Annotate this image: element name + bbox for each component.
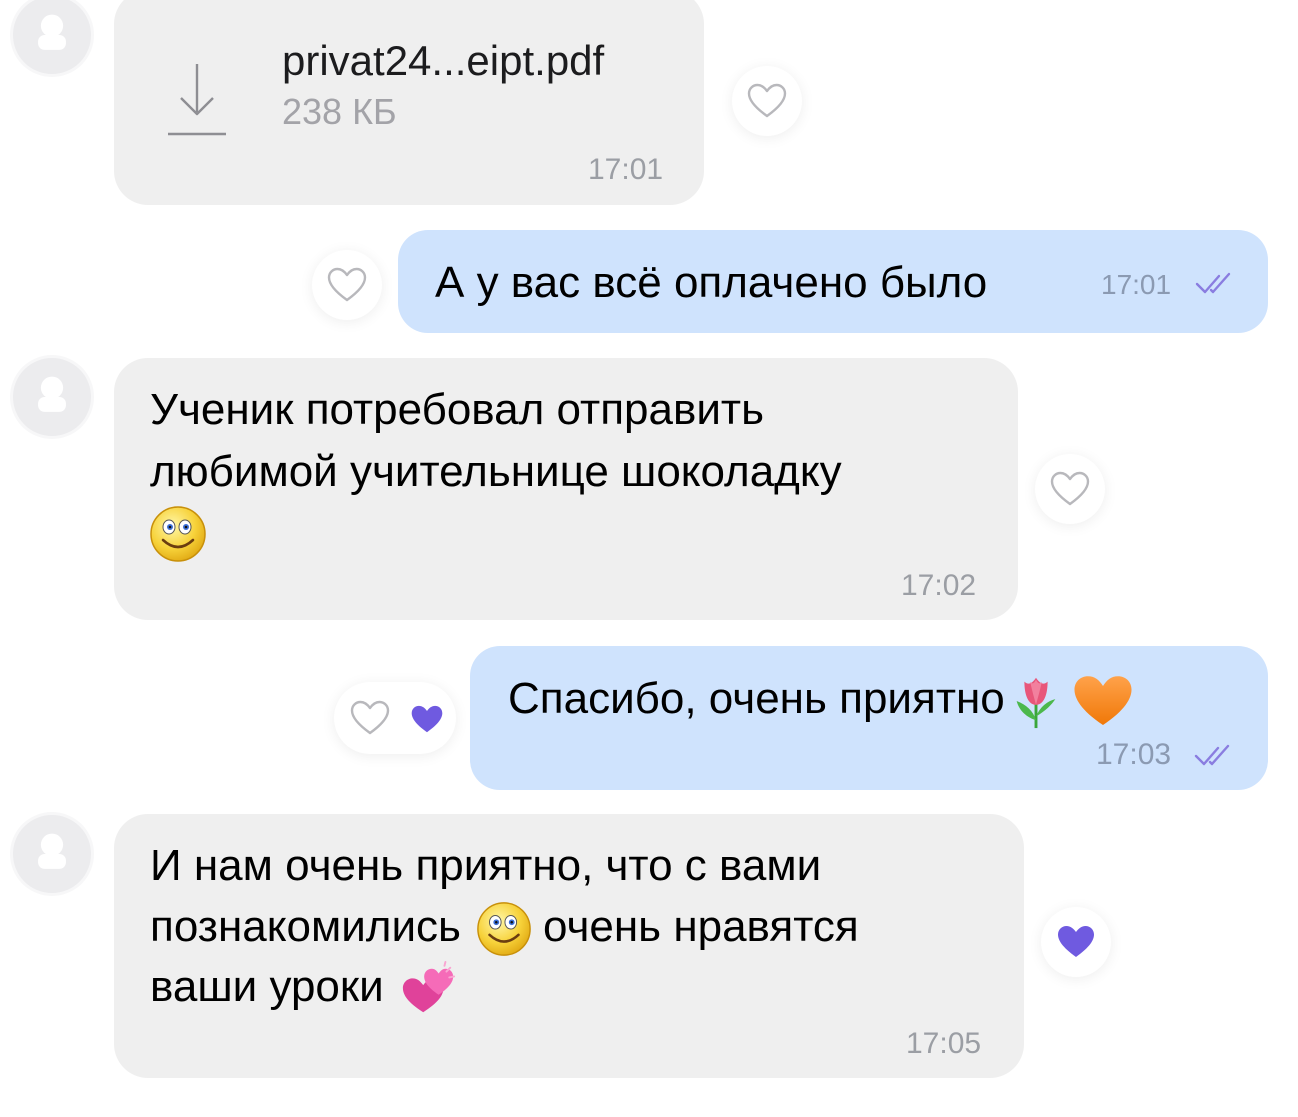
message-text-part: ваши уроки — [150, 962, 384, 1011]
person-icon — [13, 815, 91, 893]
incoming-message-bubble[interactable]: И нам очень приятно, что с вами познаком… — [114, 814, 1024, 1078]
message-text-line-2: познакомились очень нравятся — [150, 896, 859, 958]
avatar[interactable] — [10, 355, 94, 439]
heart-outline-icon — [747, 83, 787, 119]
outgoing-message-bubble[interactable]: А у вас всё оплачено было 17:01 — [398, 230, 1268, 333]
avatar[interactable] — [10, 812, 94, 896]
outgoing-message-bubble[interactable]: Спасибо, очень приятно 17:03 — [470, 646, 1268, 790]
message-text-line-3: ваши уроки — [150, 956, 458, 1018]
heart-outline-icon[interactable] — [350, 700, 390, 736]
double-check-icon — [1194, 744, 1238, 768]
message-time: 17:05 — [906, 1027, 982, 1060]
reaction-button[interactable] — [1035, 454, 1105, 524]
heart-outline-icon — [1050, 471, 1090, 507]
message-text: Спасибо, очень приятно — [508, 668, 1133, 730]
message-text-part: познакомились — [150, 902, 461, 951]
message-text-part: очень нравятся — [542, 902, 859, 951]
orange-heart-emoji — [1073, 674, 1133, 728]
message-time: 17:03 — [1096, 738, 1172, 771]
purple-heart-reaction-icon — [1056, 924, 1096, 960]
reaction-button[interactable] — [1041, 907, 1111, 977]
message-time: 17:01 — [588, 153, 664, 186]
message-text-line-2: любимой учительнице шоколадку — [150, 447, 842, 496]
file-message-bubble[interactable]: privat24...eipt.pdf 238 КБ 17:01 — [114, 0, 704, 205]
file-size: 238 КБ — [282, 91, 397, 132]
heart-outline-icon — [327, 267, 367, 303]
message-text-content: Спасибо, очень приятно — [508, 674, 1005, 723]
person-icon — [13, 0, 91, 74]
message-text-line-1: И нам очень приятно, что с вами — [150, 841, 822, 890]
message-text: А у вас всё оплачено было — [435, 258, 988, 307]
incoming-message-bubble[interactable]: Ученик потребовал отправить любимой учит… — [114, 358, 1018, 620]
file-name: privat24...eipt.pdf — [282, 37, 605, 84]
reactions-group — [334, 682, 456, 754]
download-icon[interactable] — [164, 60, 230, 138]
purple-heart-reaction-icon[interactable] — [410, 704, 444, 735]
reaction-button[interactable] — [312, 250, 382, 320]
tulip-emoji — [1007, 672, 1065, 730]
smiley-emoji — [475, 900, 533, 958]
smiley-emoji — [148, 504, 208, 564]
message-time: 17:01 — [1101, 269, 1172, 300]
double-check-icon — [1195, 272, 1239, 296]
message-text-line-1: Ученик потребовал отправить — [150, 385, 765, 434]
reaction-button[interactable] — [732, 66, 802, 136]
person-icon — [13, 358, 91, 436]
message-time: 17:02 — [901, 569, 977, 602]
two-hearts-emoji — [400, 960, 458, 1018]
avatar[interactable] — [10, 0, 94, 77]
